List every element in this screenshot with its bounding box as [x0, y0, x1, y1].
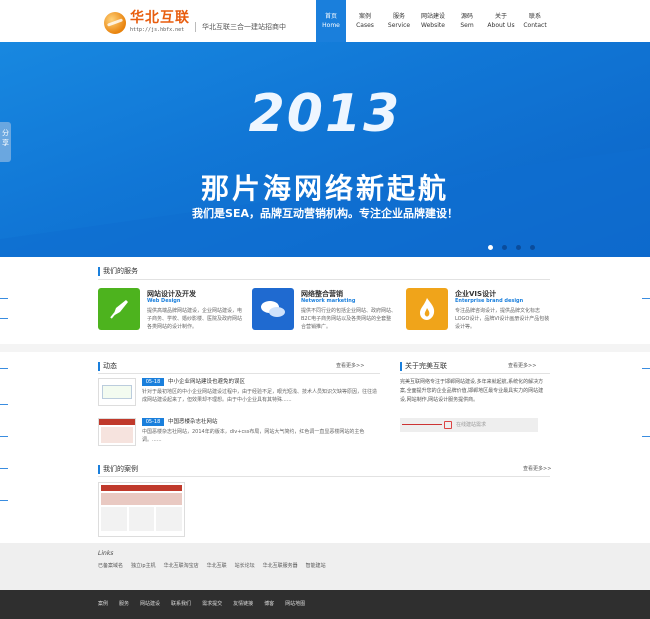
footer-nav: 案例 服务 网站建设 联系我们 需求提交 友情链接 博客 网站地图 — [98, 600, 316, 607]
slider-dot-4[interactable] — [530, 245, 535, 250]
link-item[interactable]: 站长论坛 — [235, 562, 255, 569]
edge-line — [642, 298, 650, 299]
edge-line — [0, 318, 8, 319]
divider — [98, 279, 550, 280]
slider-dot-2[interactable] — [502, 245, 507, 250]
service-network-marketing[interactable]: 网络整合营销 Network marketing 提供不同行业的包括企业网站、政… — [252, 288, 402, 336]
news-item[interactable]: 05-18 中国恶楼杂志社网站 中国恶楼杂志社网站，2014年的版本，div+c… — [98, 418, 378, 456]
arrow-line — [402, 424, 442, 425]
banner-subline: 我们是SEA，品牌互动营销机构。专注企业品牌建设！ — [192, 207, 458, 220]
flame-icon — [406, 288, 448, 330]
divider — [400, 373, 550, 374]
footer-link[interactable]: 网站地图 — [285, 600, 305, 607]
banner-year: 2013 — [248, 84, 402, 144]
consult-button[interactable]: 在线建站需求 — [400, 418, 538, 432]
edge-line — [0, 468, 8, 469]
footer-link[interactable]: 需求提交 — [202, 600, 222, 607]
main-nav: 首页 Home 案例 Cases 服务 Service 网站建设 Website… — [316, 0, 554, 42]
chat-bubbles-icon — [252, 288, 294, 330]
friend-links: 已备案域名 独立ip主机 华北互联淘宝店 华北互联 站长论坛 华北互联服务器 智… — [98, 562, 334, 569]
footer-link[interactable]: 服务 — [119, 600, 129, 607]
site-header: 华北互联 http://js.hbfx.net 华北互联三合一建站招商中 首页 … — [0, 0, 650, 42]
link-item[interactable]: 独立ip主机 — [131, 562, 156, 569]
nav-sem[interactable]: 源码 Sem — [452, 0, 482, 42]
divider — [98, 476, 550, 477]
about-more-link[interactable]: 查看更多>> — [508, 362, 536, 369]
site-logo[interactable]: 华北互联 http://js.hbfx.net — [104, 11, 190, 34]
footer-link[interactable]: 案例 — [98, 600, 108, 607]
edge-line — [642, 436, 650, 437]
globe-icon — [104, 11, 126, 34]
news-more-link[interactable]: 查看更多>> — [336, 362, 364, 369]
site-footer: 案例 服务 网站建设 联系我们 需求提交 友情链接 博客 网站地图 — [0, 590, 650, 619]
edge-line — [0, 298, 8, 299]
hero-banner[interactable]: 2013 那片海网络新起航 我们是SEA，品牌互动营销机构。专注企业品牌建设！ — [0, 42, 650, 257]
link-item[interactable]: 华北互联淘宝店 — [164, 562, 199, 569]
link-item[interactable]: 华北互联 — [207, 562, 227, 569]
nav-home[interactable]: 首页 Home — [316, 0, 346, 42]
rocket-icon — [98, 288, 140, 330]
section-separator — [0, 344, 650, 352]
edge-line — [0, 500, 8, 501]
link-item[interactable]: 智能建站 — [306, 562, 326, 569]
header-slogan: 华北互联三合一建站招商中 — [195, 22, 286, 32]
footer-link[interactable]: 联系我们 — [171, 600, 191, 607]
nav-contact[interactable]: 联系 Contact — [520, 0, 550, 42]
edit-icon — [444, 421, 452, 429]
about-title: 关于完美互联 — [400, 362, 447, 371]
news-title: 动态 — [98, 362, 117, 371]
link-item[interactable]: 已备案域名 — [98, 562, 123, 569]
case-thumbnail[interactable] — [98, 482, 185, 537]
cases-title: 我们的案例 — [98, 465, 138, 474]
logo-title: 华北互联 — [130, 10, 190, 26]
footer-link[interactable]: 友情链接 — [233, 600, 253, 607]
edge-line — [0, 404, 8, 405]
share-tab[interactable]: 分享 — [0, 122, 11, 162]
news-thumbnail — [98, 418, 136, 446]
nav-about[interactable]: 关于 About Us — [486, 0, 516, 42]
links-title: Links — [98, 550, 114, 557]
nav-cases[interactable]: 案例 Cases — [350, 0, 380, 42]
footer-link[interactable]: 网站建设 — [140, 600, 160, 607]
edge-line — [642, 368, 650, 369]
edge-line — [0, 368, 8, 369]
slider-dots — [488, 245, 544, 250]
divider — [98, 373, 380, 374]
slider-dot-1[interactable] — [488, 245, 493, 250]
footer-link[interactable]: 博客 — [264, 600, 274, 607]
about-text: 完美互联网络专注于邯郸网站建设,多年来就起航,系统化的解决方案,全面提升您的企业… — [400, 379, 544, 403]
nav-website[interactable]: 网站建设 Website — [418, 0, 448, 42]
banner-headline: 那片海网络新起航 — [200, 172, 449, 205]
nav-service[interactable]: 服务 Service — [384, 0, 414, 42]
service-web-design[interactable]: 网站设计及开发 Web Design 提供高端品牌网站建设，企业网站建设，电子商… — [98, 288, 248, 336]
link-item[interactable]: 华北互联服务器 — [263, 562, 298, 569]
service-vis-design[interactable]: 企业VIS设计 Enterprise brand design 专注品牌咨询设计… — [406, 288, 556, 336]
news-item[interactable]: 05-18 中小企业网站建设也避免的误区 针对于最初地区的中小企业网站建设过程中… — [98, 378, 378, 416]
cases-more-link[interactable]: 查看更多>> — [523, 465, 551, 472]
edge-line — [0, 436, 8, 437]
slider-dot-3[interactable] — [516, 245, 521, 250]
news-thumbnail — [98, 378, 136, 406]
logo-url: http://js.hbfx.net — [130, 27, 185, 33]
services-title: 我们的服务 — [98, 267, 138, 276]
